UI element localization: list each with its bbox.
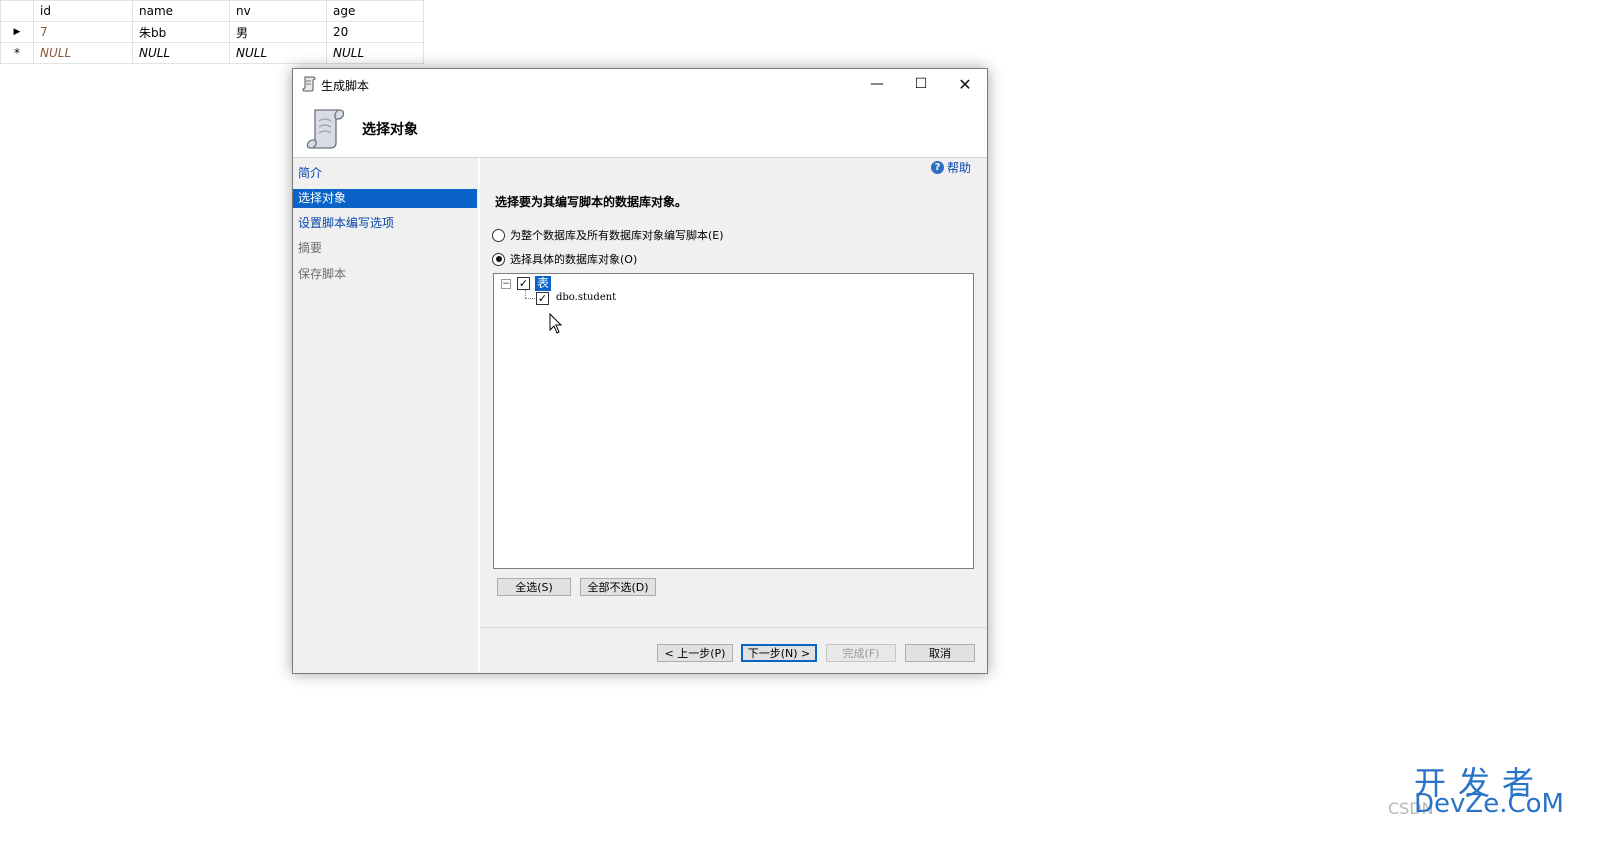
col-header-age[interactable]: age xyxy=(326,0,424,22)
content-heading: 选择要为其编写脚本的数据库对象。 xyxy=(495,195,688,209)
help-label: 帮助 xyxy=(947,161,972,175)
cell-nv[interactable]: 男 xyxy=(229,21,327,43)
col-header-nv[interactable]: nv xyxy=(229,0,327,22)
option-label: 选择具体的数据库对象(O) xyxy=(510,253,638,266)
cell-age[interactable]: NULL xyxy=(326,42,424,64)
scroll-icon xyxy=(306,109,345,149)
grid-corner[interactable] xyxy=(0,0,34,22)
mouse-cursor-icon xyxy=(549,313,563,334)
checkbox-dbo-student[interactable]: ✓ xyxy=(536,292,549,305)
script-icon xyxy=(302,76,316,92)
option-select-specific-objects[interactable]: 选择具体的数据库对象(O) xyxy=(492,251,637,267)
dialog-header: 选择对象 xyxy=(293,99,987,158)
deselect-all-button[interactable]: 全部不选(D) xyxy=(580,578,656,596)
page-title: 选择对象 xyxy=(362,122,418,138)
tree-node-tables[interactable]: 表 xyxy=(535,276,552,291)
cell-age[interactable]: 20 xyxy=(326,21,424,43)
table-row[interactable]: ▶ 7 朱bb 男 20 xyxy=(0,21,424,43)
cell-nv[interactable]: NULL xyxy=(229,42,327,64)
title-bar[interactable]: 生成脚本 — ☐ ✕ xyxy=(293,69,987,99)
results-grid: id name nv age ▶ 7 朱bb 男 20 * NULL NULL … xyxy=(0,0,424,64)
row-selector-current[interactable]: ▶ xyxy=(0,21,34,43)
help-link[interactable]: ? 帮助 xyxy=(931,159,971,176)
row-selector-new[interactable]: * xyxy=(0,42,34,64)
previous-button[interactable]: < 上一步(P) xyxy=(657,644,733,662)
nav-item-save-scripts: 保存脚本 xyxy=(298,267,347,281)
cell-name[interactable]: NULL xyxy=(132,42,230,64)
collapse-icon[interactable]: − xyxy=(501,279,511,289)
radio-button-selected[interactable] xyxy=(492,252,505,266)
option-label: 为整个数据库及所有数据库对象编写脚本(E) xyxy=(510,229,724,242)
tree-connector xyxy=(525,298,535,299)
cell-id[interactable]: NULL xyxy=(33,42,133,64)
grid-header-row: id name nv age xyxy=(0,0,424,22)
minimize-button[interactable]: — xyxy=(855,69,899,99)
cancel-button[interactable]: 取消 xyxy=(905,644,975,662)
maximize-button[interactable]: ☐ xyxy=(899,69,943,99)
finish-button: 完成(F) xyxy=(826,644,896,662)
object-tree[interactable]: − ✓ 表 ✓ dbo.student xyxy=(493,273,974,569)
col-header-name[interactable]: name xyxy=(132,0,230,22)
nav-item-scripting-options[interactable]: 设置脚本编写选项 xyxy=(293,214,477,233)
help-icon: ? xyxy=(931,161,944,174)
tree-node-dbo-student[interactable]: dbo.student xyxy=(556,292,616,303)
nav-item-intro[interactable]: 简介 xyxy=(293,164,477,183)
cell-id[interactable]: 7 xyxy=(33,21,133,43)
footer-divider xyxy=(480,627,986,628)
cell-name[interactable]: 朱bb xyxy=(132,21,230,43)
next-button[interactable]: 下一步(N) > xyxy=(741,644,817,662)
option-script-entire-db[interactable]: 为整个数据库及所有数据库对象编写脚本(E) xyxy=(492,227,724,243)
dialog-title: 生成脚本 xyxy=(321,79,370,93)
close-button[interactable]: ✕ xyxy=(943,69,987,99)
nav-item-choose-objects[interactable]: 选择对象 xyxy=(293,189,477,208)
radio-button[interactable] xyxy=(492,228,505,242)
col-header-id[interactable]: id xyxy=(33,0,133,22)
generate-scripts-dialog: 生成脚本 — ☐ ✕ 选择对象 简介 选择对象 设置脚本编写选项 摘要 保存脚本… xyxy=(292,68,988,674)
nav-item-summary: 摘要 xyxy=(298,241,323,255)
tree-connector xyxy=(525,290,526,298)
wizard-nav: 简介 选择对象 设置脚本编写选项 摘要 保存脚本 xyxy=(293,158,480,672)
checkbox-tables[interactable]: ✓ xyxy=(517,277,530,290)
table-row[interactable]: * NULL NULL NULL NULL xyxy=(0,42,424,64)
select-all-button[interactable]: 全选(S) xyxy=(497,578,571,596)
watermark-en: DevZe.CoM xyxy=(1414,789,1564,819)
